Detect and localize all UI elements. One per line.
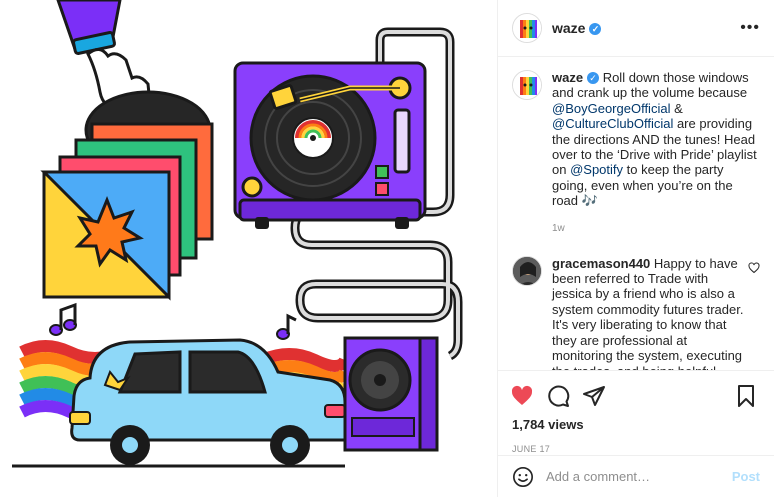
comment-text: gracemason440 Happy to have been referre… [552, 256, 744, 370]
bookmark-icon [738, 385, 754, 407]
comment-icon [548, 385, 570, 407]
speaker [343, 336, 439, 452]
waze-logo-icon [513, 71, 541, 99]
share-button[interactable] [580, 382, 608, 410]
post-actions: 1,784 views JUNE 17 [498, 370, 774, 454]
caption-text-2: & [670, 100, 683, 116]
views-count[interactable]: 1,784 views [512, 417, 760, 432]
caption-timestamp[interactable]: 1w [552, 223, 760, 234]
heart-icon [511, 385, 533, 405]
music-note-right [276, 313, 297, 340]
comment-like-heart-icon[interactable] [748, 262, 760, 274]
comment-username[interactable]: gracemason440 [552, 256, 650, 271]
more-options-icon[interactable]: ••• [740, 19, 760, 37]
verified-badge-icon: ✓ [587, 72, 600, 84]
music-note-left [49, 302, 77, 336]
comments-list[interactable]: waze ✓ Roll down those windows and crank … [498, 58, 774, 370]
caption-row: waze ✓ Roll down those windows and crank … [512, 70, 760, 209]
waze-logo-icon [513, 14, 541, 42]
caption-text: waze ✓ Roll down those windows and crank … [552, 70, 760, 209]
save-button[interactable] [732, 382, 760, 410]
avatar[interactable] [512, 13, 542, 43]
comment-row: gracemason440 Happy to have been referre… [512, 255, 760, 370]
share-icon [583, 386, 605, 406]
mention-boygeorge[interactable]: @BoyGeorgeOfficial [552, 101, 670, 116]
post-username[interactable]: waze ✓ [552, 20, 602, 36]
post-username-text[interactable]: waze [552, 20, 585, 36]
emoji-icon[interactable] [512, 466, 534, 488]
profile-photo-icon [513, 256, 541, 285]
comment-body: Happy to have been referred to Trade wit… [552, 255, 744, 370]
mention-spotify[interactable]: @Spotify [570, 162, 623, 177]
mention-cultureclub[interactable]: @CultureClubOfficial [552, 116, 673, 131]
add-comment-bar: Post [498, 455, 774, 497]
instagram-post-modal: waze ✓ ••• waze ✓ Roll down those window… [0, 0, 774, 497]
illustration [12, 0, 463, 468]
caption-avatar[interactable] [512, 70, 542, 100]
post-comment-button[interactable]: Post [732, 469, 760, 484]
post-image[interactable] [0, 0, 497, 497]
caption-username[interactable]: waze [552, 70, 583, 85]
comment-button[interactable] [544, 382, 572, 410]
commenter-avatar[interactable] [512, 255, 542, 286]
post-header: waze ✓ ••• [498, 0, 774, 57]
add-comment-input[interactable] [546, 469, 732, 484]
action-bar [508, 381, 760, 411]
verified-badge-icon: ✓ [589, 23, 602, 35]
post-date[interactable]: JUNE 17 [512, 444, 760, 454]
like-button[interactable] [508, 382, 536, 410]
post-sidebar: waze ✓ ••• waze ✓ Roll down those window… [497, 0, 774, 497]
